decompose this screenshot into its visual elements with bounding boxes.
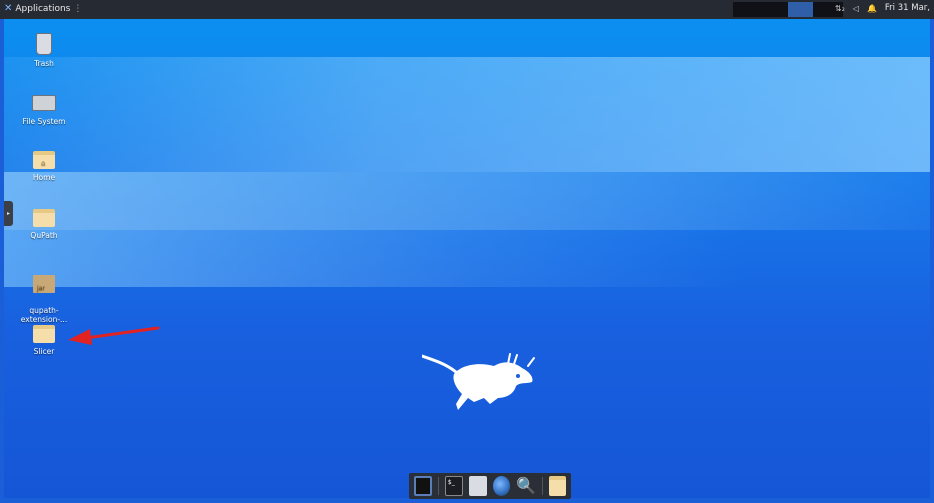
desktop-icon-trash[interactable]: Trash <box>9 33 79 68</box>
clock[interactable]: Fri 31 Mar, <box>885 3 930 13</box>
wallpaper-band <box>4 230 930 287</box>
trash-icon <box>36 33 52 55</box>
xfce-logo-icon: ✕ <box>4 3 13 14</box>
archive-icon: jar <box>33 275 55 293</box>
xfce-mouse-logo <box>422 353 535 410</box>
dock: $_ 🔍 <box>409 473 571 499</box>
wallpaper-band <box>4 57 930 172</box>
menu-dots-icon: ⋮ <box>73 3 83 14</box>
notification-icon[interactable]: 🔔 <box>867 4 877 13</box>
network-icon[interactable]: ⇅₂ <box>835 4 845 13</box>
icon-label: Slicer <box>33 347 55 356</box>
icon-label: Home <box>32 173 56 182</box>
dock-separator <box>438 477 439 495</box>
desktop-icon-qupath-extension[interactable]: jar qupath- extension-... <box>9 266 79 324</box>
workspace-switcher[interactable] <box>733 2 843 17</box>
applications-menu[interactable]: ✕ Applications ⋮ <box>4 3 82 14</box>
folder-icon <box>33 325 55 343</box>
drive-icon <box>32 95 56 111</box>
icon-label: QuPath <box>30 231 58 240</box>
folder-icon <box>33 209 55 227</box>
show-desktop-icon[interactable] <box>414 476 433 496</box>
top-panel: ✕ Applications ⋮ ⇅₂ ◁ 🔔 Fri 31 Mar, <box>0 0 934 19</box>
system-tray: ⇅₂ ◁ 🔔 Fri 31 Mar, <box>835 3 930 13</box>
volume-icon[interactable]: ◁ <box>853 4 859 13</box>
icon-label: Trash <box>34 59 54 68</box>
terminal-icon[interactable]: $_ <box>444 476 464 496</box>
desktop <box>4 19 930 498</box>
web-browser-icon[interactable] <box>492 476 510 496</box>
icon-label: File System <box>22 117 66 126</box>
desktop-icon-home[interactable]: ⌂ Home <box>9 151 79 182</box>
search-icon[interactable]: 🔍 <box>516 476 536 496</box>
file-manager-icon[interactable] <box>548 476 566 496</box>
home-folder-icon: ⌂ <box>33 151 55 169</box>
icon-label: qupath- extension-... <box>20 306 68 324</box>
red-arrow-annotation <box>68 326 160 345</box>
applications-label: Applications <box>15 3 71 14</box>
desktop-icon-file-system[interactable]: File System <box>9 95 79 126</box>
home-folder-icon[interactable] <box>469 476 487 496</box>
wallpaper-band <box>4 172 930 230</box>
desktop-icon-qupath[interactable]: QuPath <box>9 209 79 240</box>
workspace-2[interactable] <box>788 2 813 17</box>
dock-separator <box>541 477 543 495</box>
